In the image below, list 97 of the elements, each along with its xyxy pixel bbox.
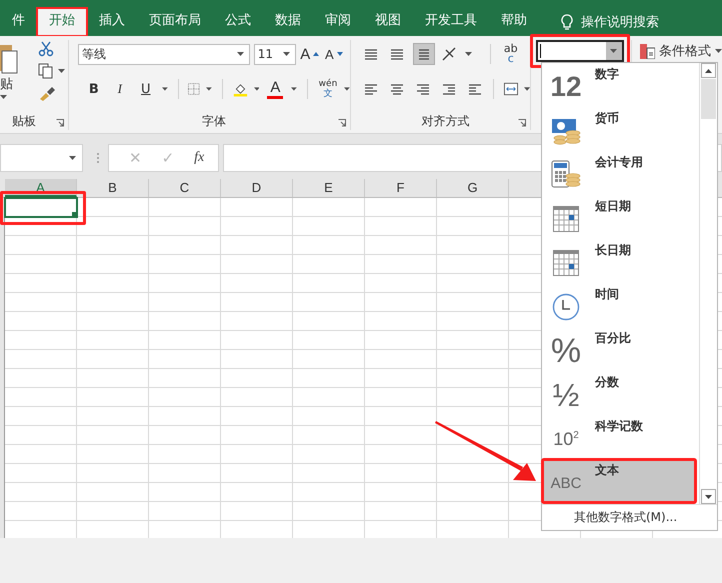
caret-icon [464, 52, 472, 56]
caret-icon [206, 87, 212, 91]
ribbon-tab[interactable]: 数据 [263, 8, 313, 36]
caret-icon [344, 87, 350, 91]
scroll-up-button[interactable] [701, 63, 716, 78]
caret-icon [524, 87, 530, 91]
bold-button[interactable]: B [84, 78, 104, 100]
italic-button[interactable]: I [110, 78, 130, 100]
format-option[interactable]: 时间 [542, 283, 696, 327]
text-format-icon: ABC [550, 476, 582, 490]
scissors-icon[interactable] [38, 41, 54, 57]
bottom-align-button[interactable] [412, 43, 435, 65]
insert-function-button[interactable]: fx [194, 150, 204, 166]
caret-icon [254, 87, 260, 91]
fraction-format-icon: ½ [552, 379, 580, 411]
format-option[interactable]: ABC 文本 [542, 459, 696, 503]
calendar-icon [553, 250, 579, 276]
dropdown-arrow-icon [69, 156, 76, 160]
up-triangle-icon [313, 52, 320, 56]
lightbulb-icon [561, 14, 573, 30]
increase-indent-button[interactable] [466, 82, 483, 96]
scroll-thumb[interactable] [701, 79, 716, 119]
scientific-format-icon: 10$^{2}$ [553, 430, 579, 448]
decrease-font-button[interactable]: A [324, 43, 344, 65]
down-triangle-icon [336, 52, 343, 56]
caret-icon [162, 87, 168, 91]
font-color-button[interactable]: A [265, 77, 286, 101]
scrollbar[interactable] [699, 63, 717, 504]
dropdown-arrow-icon [610, 49, 618, 53]
format-painter-icon[interactable] [38, 85, 56, 101]
middle-align-button[interactable] [388, 47, 405, 61]
ribbon-tab[interactable]: 页面布局 [137, 8, 213, 36]
scroll-down-button[interactable] [701, 489, 716, 504]
format-option[interactable]: 10$^{2}$ 科学记数 [542, 415, 696, 459]
format-option[interactable]: % 百分比 [542, 327, 696, 371]
phonetic-guide-button[interactable]: wén 文 [318, 78, 338, 100]
ribbon-tab[interactable]: 件 [0, 8, 37, 36]
align-center-button[interactable] [388, 82, 405, 96]
format-option[interactable]: 货币 [542, 107, 696, 151]
borders-icon[interactable] [188, 82, 200, 96]
down-arrow-icon [705, 494, 712, 498]
calendar-icon [553, 206, 579, 232]
clock-icon [552, 293, 580, 321]
paste-label[interactable]: 贴 [0, 75, 13, 93]
group-label: 贴板 [12, 112, 36, 130]
ribbon-tab[interactable]: 视图 [363, 8, 413, 36]
more-icon [96, 152, 100, 164]
decrease-indent-button[interactable] [440, 82, 457, 96]
banknote-coins-icon [551, 117, 581, 145]
ribbon-tab[interactable]: 开始 [37, 8, 87, 36]
column-header[interactable]: F [365, 179, 437, 197]
column-header[interactable]: D [221, 179, 293, 197]
caret-icon [282, 52, 290, 56]
font-name-field[interactable]: 等线 [78, 44, 250, 64]
tell-me-search[interactable]: 操作说明搜索 [581, 13, 659, 31]
active-cell[interactable] [4, 197, 78, 218]
conditional-format-icon [640, 44, 655, 58]
merge-cells-icon[interactable] [504, 82, 518, 96]
font-size-field[interactable]: 11 [254, 44, 296, 64]
calculator-coins-icon [551, 160, 581, 190]
wrap-text-button[interactable]: ab c [500, 43, 521, 65]
increase-font-button[interactable]: A [300, 43, 320, 65]
top-align-button[interactable] [362, 47, 379, 61]
caret-icon [715, 49, 722, 53]
format-option[interactable]: ½ 分数 [542, 371, 696, 415]
ribbon-tab[interactable]: 公式 [213, 8, 263, 36]
number-format-icon: 12 [550, 73, 582, 101]
underline-button[interactable]: U [136, 78, 156, 100]
format-option[interactable]: 长日期 [542, 239, 696, 283]
dialog-launcher-icon[interactable] [56, 119, 64, 127]
up-arrow-icon [705, 68, 712, 72]
dialog-launcher-icon[interactable] [518, 119, 526, 127]
ribbon-tab[interactable]: 插入 [87, 8, 137, 36]
caret-icon [0, 95, 7, 99]
group-label: 字体 [202, 112, 226, 130]
format-option[interactable]: 短日期 [542, 195, 696, 239]
format-option[interactable]: 会计专用 [542, 151, 696, 195]
conditional-formatting-button[interactable]: 条件格式 [640, 42, 722, 60]
copy-icon[interactable] [38, 63, 54, 79]
align-left-button[interactable] [362, 82, 379, 96]
column-header[interactable]: E [293, 179, 365, 197]
more-number-formats[interactable]: 其他数字格式(M)... [574, 509, 678, 526]
align-right-button[interactable] [414, 82, 431, 96]
ribbon-tab[interactable]: 审阅 [313, 8, 363, 36]
ribbon-tab[interactable]: 开发工具 [413, 8, 489, 36]
number-format-box[interactable] [536, 40, 624, 62]
column-header[interactable]: B [77, 179, 149, 197]
caret-icon [291, 87, 298, 91]
ribbon-tab[interactable]: 帮助 [489, 8, 539, 36]
caret-icon [236, 52, 244, 56]
dialog-launcher-icon[interactable] [338, 119, 346, 127]
column-header[interactable]: G [437, 179, 509, 197]
format-option[interactable]: 12 数字 [542, 63, 696, 107]
column-header[interactable]: C [149, 179, 221, 197]
caret-icon [58, 69, 65, 73]
percent-format-icon: % [550, 334, 582, 368]
group-label: 对齐方式 [421, 112, 470, 130]
